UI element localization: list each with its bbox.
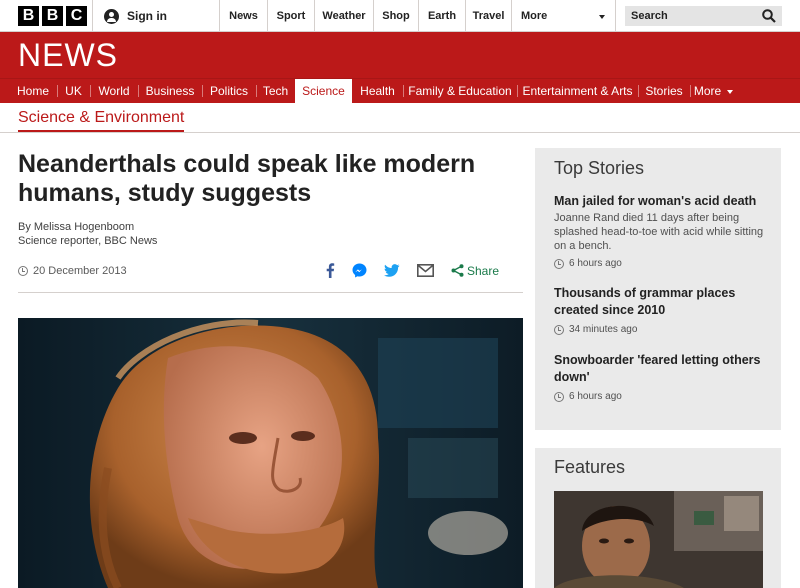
- author-role: Science reporter, BBC News: [18, 235, 158, 247]
- section-label[interactable]: Science & Environment: [18, 109, 185, 132]
- story-headline[interactable]: Snowboarder 'feared letting others down': [554, 352, 766, 386]
- story-time: 34 minutes ago: [569, 324, 638, 335]
- nav-home[interactable]: Home: [9, 79, 57, 103]
- share-label: Share: [467, 263, 500, 278]
- article-date: 20 December 2013: [18, 265, 127, 277]
- features-title: Features: [554, 457, 626, 477]
- features-panel: Features: [535, 448, 781, 588]
- email-share-button[interactable]: [417, 264, 434, 277]
- account-icon: [104, 8, 119, 24]
- bbc-logo[interactable]: B B C: [18, 6, 87, 26]
- logo-letter: B: [42, 6, 63, 26]
- nav-science[interactable]: Science: [295, 79, 352, 103]
- nav-world[interactable]: World: [90, 79, 138, 103]
- twitter-share-button[interactable]: [384, 264, 400, 277]
- top-nav-earth[interactable]: Earth: [419, 0, 466, 32]
- facebook-icon: [326, 263, 335, 278]
- nav-stories[interactable]: Stories: [638, 79, 690, 103]
- search-input[interactable]: [631, 10, 756, 22]
- feature-portrait-image: [554, 491, 763, 588]
- caret-down-icon: [727, 90, 734, 94]
- story-summary: Joanne Rand died 11 days after being spl…: [554, 212, 764, 252]
- author-name: By Melissa Hogenboom: [18, 221, 135, 233]
- clock-icon: [554, 324, 564, 335]
- section-bar: Science & Environment: [0, 103, 800, 133]
- top-nav: News Sport Weather Shop Earth Travel: [220, 0, 512, 32]
- more-label: More: [521, 10, 548, 22]
- top-stories-title: Top Stories: [554, 158, 645, 178]
- top-nav-sport[interactable]: Sport: [268, 0, 315, 32]
- nav-entertainment-arts[interactable]: Entertainment & Arts: [517, 79, 638, 103]
- story-headline[interactable]: Man jailed for woman's acid death: [554, 193, 766, 210]
- news-logo[interactable]: NEWS: [18, 37, 118, 74]
- news-banner: NEWS: [0, 32, 800, 78]
- messenger-share-button[interactable]: [352, 263, 367, 278]
- neanderthal-photo: [18, 318, 523, 588]
- story-headline[interactable]: Thousands of grammar places created sinc…: [554, 285, 766, 319]
- nav-politics[interactable]: Politics: [202, 79, 256, 103]
- nav-business[interactable]: Business: [138, 79, 202, 103]
- clock-icon: [554, 391, 564, 402]
- nav-more[interactable]: More: [690, 79, 737, 103]
- top-nav-shop[interactable]: Shop: [374, 0, 419, 32]
- neanderthal-model-image: [18, 318, 523, 588]
- masthead: B B C Sign in News Sport Weather Shop Ea…: [0, 0, 800, 32]
- date-text: 20 December 2013: [33, 265, 127, 277]
- nav-tech[interactable]: Tech: [256, 79, 295, 103]
- logo-letter: C: [66, 6, 87, 26]
- search-box[interactable]: [625, 6, 782, 26]
- top-story-item[interactable]: Snowboarder 'feared letting others down'…: [554, 352, 766, 402]
- messenger-icon: [352, 263, 367, 278]
- share-button[interactable]: Share: [451, 264, 499, 278]
- sign-in-button[interactable]: Sign in: [92, 0, 220, 32]
- share-tools: Share: [325, 263, 516, 278]
- feature-photo[interactable]: [554, 491, 763, 588]
- news-nav: Home UK World Business Politics Tech Sci…: [0, 78, 800, 103]
- sign-in-label: Sign in: [127, 9, 167, 23]
- email-icon: [417, 264, 434, 277]
- story-time: 6 hours ago: [569, 258, 622, 269]
- search-icon[interactable]: [762, 9, 776, 23]
- top-story-item[interactable]: Man jailed for woman's acid death Joanne…: [554, 193, 766, 269]
- byline: By Melissa Hogenboom Science reporter, B…: [18, 220, 157, 248]
- share-icon: [451, 264, 464, 277]
- clock-icon: [554, 258, 564, 269]
- story-time: 6 hours ago: [569, 391, 622, 402]
- top-nav-more[interactable]: More: [512, 0, 616, 32]
- story-timestamp: 6 hours ago: [554, 391, 766, 402]
- nav-family-education[interactable]: Family & Education: [403, 79, 517, 103]
- article-divider: [18, 292, 523, 293]
- story-timestamp: 6 hours ago: [554, 258, 766, 269]
- nav-uk[interactable]: UK: [57, 79, 90, 103]
- nav-health[interactable]: Health: [352, 79, 403, 103]
- clock-icon: [18, 266, 28, 276]
- twitter-icon: [384, 264, 400, 277]
- caret-down-icon: [599, 15, 605, 19]
- top-nav-weather[interactable]: Weather: [315, 0, 374, 32]
- top-story-item[interactable]: Thousands of grammar places created sinc…: [554, 285, 766, 335]
- top-nav-travel[interactable]: Travel: [466, 0, 512, 32]
- top-nav-news[interactable]: News: [220, 0, 268, 32]
- logo-letter: B: [18, 6, 39, 26]
- nav-more-label: More: [693, 84, 722, 98]
- story-timestamp: 34 minutes ago: [554, 324, 766, 335]
- top-stories-panel: Top Stories Man jailed for woman's acid …: [535, 148, 781, 430]
- article-headline: Neanderthals could speak like modern hum…: [18, 150, 476, 207]
- facebook-share-button[interactable]: [325, 263, 335, 278]
